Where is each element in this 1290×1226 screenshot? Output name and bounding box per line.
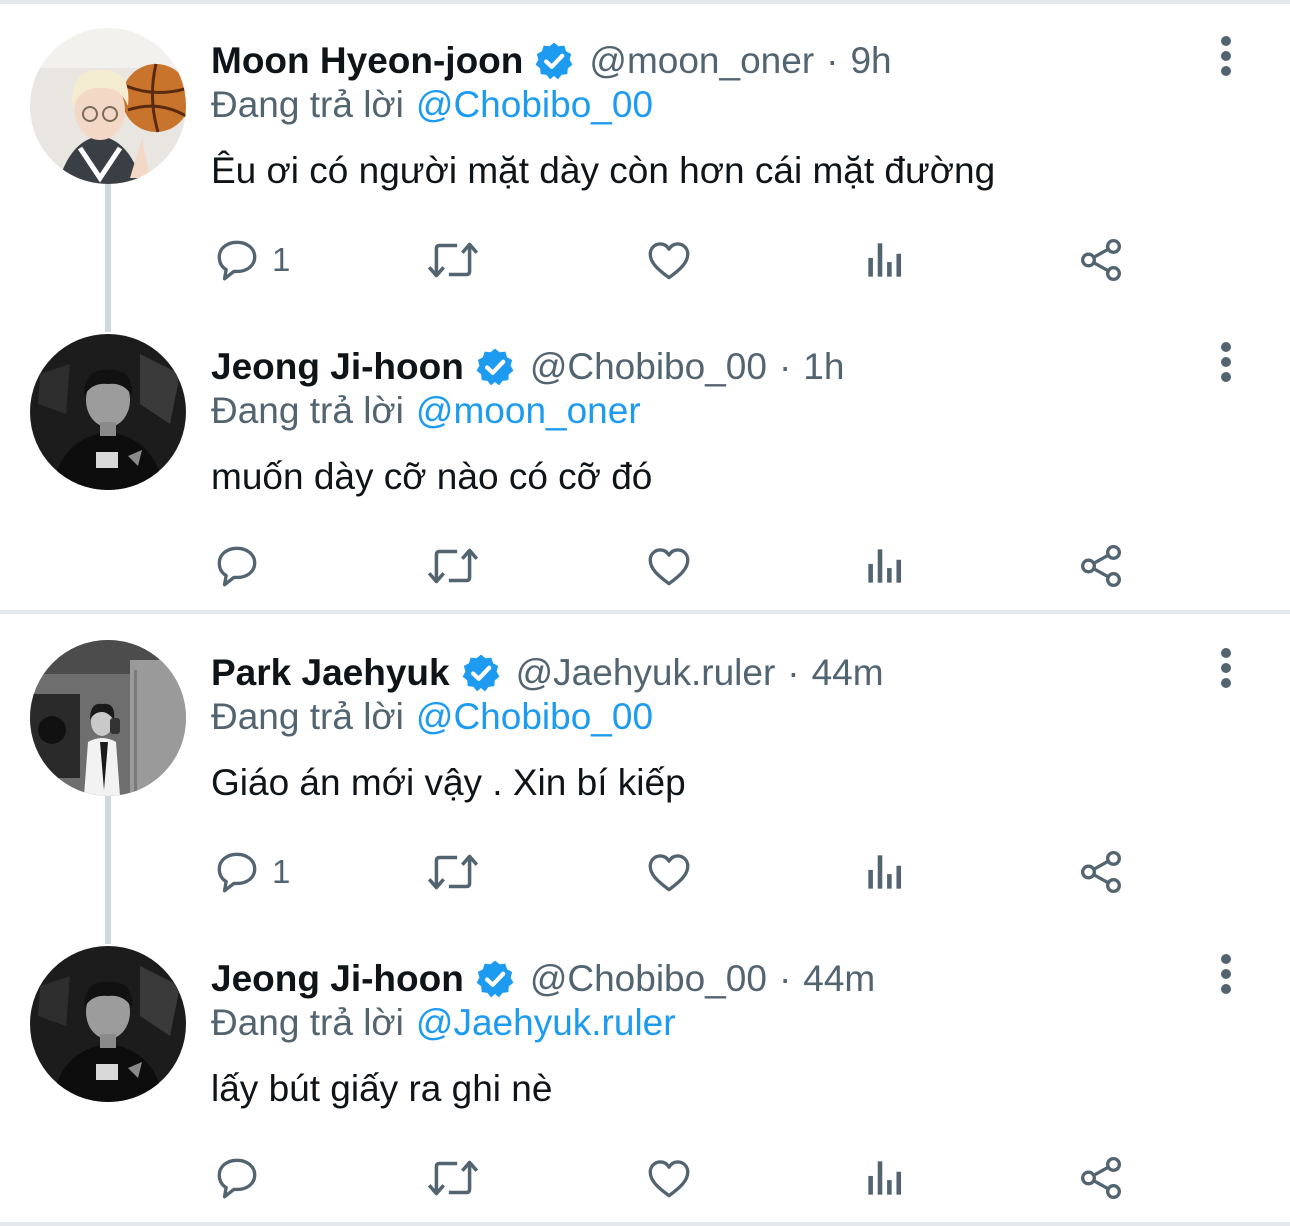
share-button[interactable] [1076,1150,1126,1206]
display-name[interactable]: Jeong Ji-hoon [211,958,464,1000]
heart-icon [648,854,690,892]
timestamp[interactable]: 44m [803,958,875,1000]
replying-to: Đang trả lời @Jaehyuk.ruler [211,1002,676,1044]
tweet-actions [210,538,1130,594]
like-button[interactable] [644,844,694,900]
separator-dot: · [778,346,792,387]
tweet-text: Giáo án mới vậy . Xin bí kiếp [211,762,686,803]
views-button[interactable] [860,232,910,288]
share-button[interactable] [1076,538,1126,594]
reply-button[interactable]: 1 [212,232,290,288]
views-icon [868,855,902,889]
verified-badge-icon [474,958,516,1000]
avatar-moon-hyeon-joon[interactable] [30,28,186,184]
display-name[interactable]: Jeong Ji-hoon [211,346,464,388]
retweet-icon [427,1160,479,1196]
retweet-icon [427,548,479,584]
like-button[interactable] [644,1150,694,1206]
retweet-icon [427,242,479,278]
tweet-text: muốn dày cỡ nào có cỡ đó [211,456,653,497]
timestamp[interactable]: 44m [812,652,884,694]
display-name[interactable]: Park Jaehyuk [211,652,450,694]
retweet-button[interactable] [424,538,482,594]
tweet-2[interactable]: Jeong Ji-hoon @Chobibo_00 · 1h Đang trả … [0,306,1290,612]
replying-to-label: Đang trả lời [211,696,404,737]
verified-badge-icon [533,40,575,82]
reply-mention-link[interactable]: @Jaehyuk.ruler [416,1002,676,1043]
tweet-text: lấy bút giấy ra ghi nè [211,1068,553,1109]
reply-button[interactable] [212,538,272,594]
heart-icon [648,548,690,586]
views-icon [868,549,902,583]
reply-button[interactable]: 1 [212,844,290,900]
display-name[interactable]: Moon Hyeon-joon [211,40,523,82]
replying-to-label: Đang trả lời [211,390,404,431]
heart-icon [648,242,690,280]
tweet-actions [210,1150,1130,1206]
avatar-jeong-ji-hoon[interactable] [30,334,186,490]
user-handle[interactable]: @moon_oner [589,40,814,82]
verified-badge-icon [460,652,502,694]
like-button[interactable] [644,538,694,594]
more-icon[interactable] [1206,34,1246,78]
replying-to-label: Đang trả lời [211,1002,404,1043]
views-button[interactable] [860,538,910,594]
views-icon [868,1161,902,1195]
avatar-park-jaehyuk[interactable] [30,640,186,796]
views-button[interactable] [860,1150,910,1206]
retweet-button[interactable] [424,1150,482,1206]
retweet-button[interactable] [424,232,482,288]
reply-mention-link[interactable]: @Chobibo_00 [416,696,653,737]
user-handle[interactable]: @Chobibo_00 [530,346,767,388]
reply-count: 1 [272,241,291,278]
reply-mention-link[interactable]: @moon_oner [416,390,641,431]
tweet-4[interactable]: Jeong Ji-hoon @Chobibo_00 · 44m Đang trả… [0,918,1290,1224]
share-icon [1081,1156,1121,1200]
more-icon[interactable] [1206,340,1246,384]
timestamp[interactable]: 9h [850,40,891,82]
user-handle[interactable]: @Jaehyuk.ruler [516,652,776,694]
user-handle[interactable]: @Chobibo_00 [530,958,767,1000]
tweet-text: Êu ơi có người mặt dày còn hơn cái mặt đ… [211,150,996,191]
separator-dot: · [826,40,839,81]
avatar-jeong-ji-hoon[interactable] [30,946,186,1102]
tweet-1[interactable]: Moon Hyeon-joon @moon_oner · 9h Đang trả… [0,0,1290,332]
retweet-button[interactable] [424,844,482,900]
replying-to: Đang trả lời @Chobibo_00 [211,696,653,738]
reply-icon [217,852,257,893]
reply-mention-link[interactable]: @Chobibo_00 [416,84,653,125]
tweet-3[interactable]: Park Jaehyuk @Jaehyuk.ruler · 44m Đang t… [0,612,1290,944]
share-button[interactable] [1076,232,1126,288]
replying-to: Đang trả lời @Chobibo_00 [211,84,653,126]
replying-to-label: Đang trả lời [211,84,404,125]
bottom-divider [0,1222,1290,1226]
like-button[interactable] [644,232,694,288]
separator-dot: · [778,958,792,999]
verified-badge-icon [474,346,516,388]
share-icon [1081,238,1121,282]
tweet-actions: 1 [210,232,1130,288]
views-icon [868,243,902,277]
reply-icon [217,240,257,281]
separator-dot: · [787,652,800,693]
reply-button[interactable] [212,1150,272,1206]
reply-icon [217,546,257,587]
retweet-icon [427,854,479,890]
share-button[interactable] [1076,844,1126,900]
replying-to: Đang trả lời @moon_oner [211,390,641,432]
more-icon[interactable] [1206,952,1246,996]
timestamp[interactable]: 1h [803,346,844,388]
tweet-actions: 1 [210,844,1130,900]
more-icon[interactable] [1206,646,1246,690]
reply-icon [217,1158,257,1199]
heart-icon [648,1160,690,1198]
share-icon [1081,544,1121,588]
reply-count: 1 [272,853,291,890]
views-button[interactable] [860,844,910,900]
share-icon [1081,850,1121,894]
